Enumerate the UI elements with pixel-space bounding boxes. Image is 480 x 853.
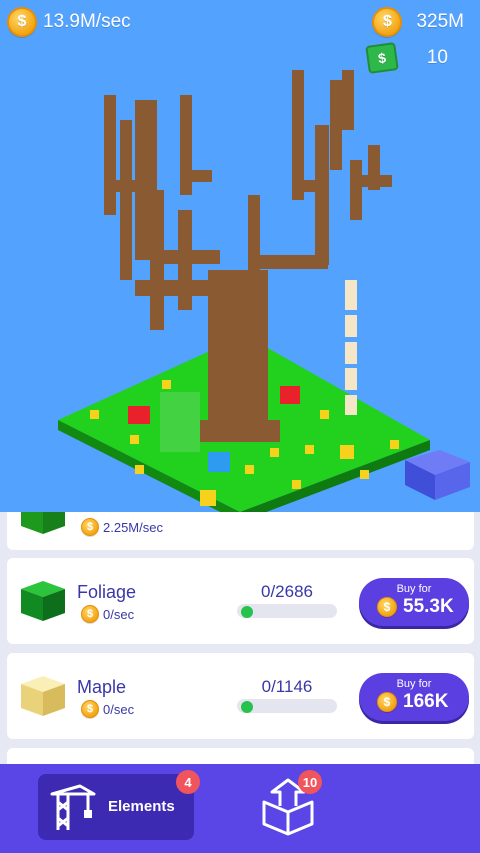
element-card-foliage[interactable]: Foliage $ 0/sec 0/2686 Buy for $ 55.3K [7,558,474,644]
build-box-icon [405,450,470,500]
progress-fill [241,606,253,618]
elements-badge: 4 [176,770,200,794]
cash-display: $ 10 [365,42,448,74]
element-name: Foliage [77,582,137,602]
coin-icon: $ [81,518,99,536]
coins-display: $ 325M [372,7,464,37]
progress-bar [237,604,337,618]
tab-elements[interactable]: Elements 4 [38,770,200,840]
income-value: 13.9M/sec [43,11,131,32]
tree-scene [58,70,470,512]
coin-icon: $ [372,7,403,37]
coin-icon: $ [377,597,397,617]
element-name: Maple [77,677,127,697]
blue-flower [208,452,230,472]
coin-icon: $ [377,692,397,712]
crane-icon [50,784,96,830]
progress-text: 0/1146 [261,677,313,696]
coin-icon: $ [7,7,37,37]
element-card-maple[interactable]: Maple $ 0/sec 0/1146 Buy for $ 166K [7,653,474,739]
upgrade-badge: 10 [298,770,322,794]
elements-panel[interactable]: $ 2.25M/sec Foliage $ 0/sec 0/2686 Buy f… [0,512,480,764]
element-card[interactable] [7,748,474,764]
progress-text: 0/2686 [261,582,313,601]
coin-icon: $ [81,605,99,623]
progress-fill [241,701,253,713]
buy-price: $ 166K [377,691,448,713]
element-rate: $ 0/sec [81,700,134,718]
buy-price: $ 55.3K [377,596,454,618]
maple-cube-icon [21,676,65,716]
coin-icon: $ [81,700,99,718]
element-rate: $ 0/sec [81,605,134,623]
element-card[interactable]: $ 2.25M/sec [7,512,474,550]
cash-value: 10 [426,47,448,68]
tab-elements-label: Elements [108,798,175,815]
progress-bar [237,699,337,713]
buy-maple-button[interactable]: Buy for $ 166K [359,673,469,721]
coins-value: 325M [416,11,464,32]
buy-foliage-button[interactable]: Buy for $ 55.3K [359,578,469,626]
element-rate: $ 2.25M/sec [81,518,163,536]
income-display: $ 13.9M/sec [7,7,131,37]
buy-label: Buy for [396,678,432,690]
game-scene[interactable]: $ 13.9M/sec $ 325M $ 10 [0,0,480,512]
tab-upgrade[interactable]: 10 [258,770,322,838]
bottom-nav: Elements 4 10 [0,764,480,853]
grass-cube-icon [21,512,65,534]
foliage-cube-icon [21,581,65,621]
cash-icon: $ [365,42,399,74]
buy-label: Buy for [396,583,432,595]
